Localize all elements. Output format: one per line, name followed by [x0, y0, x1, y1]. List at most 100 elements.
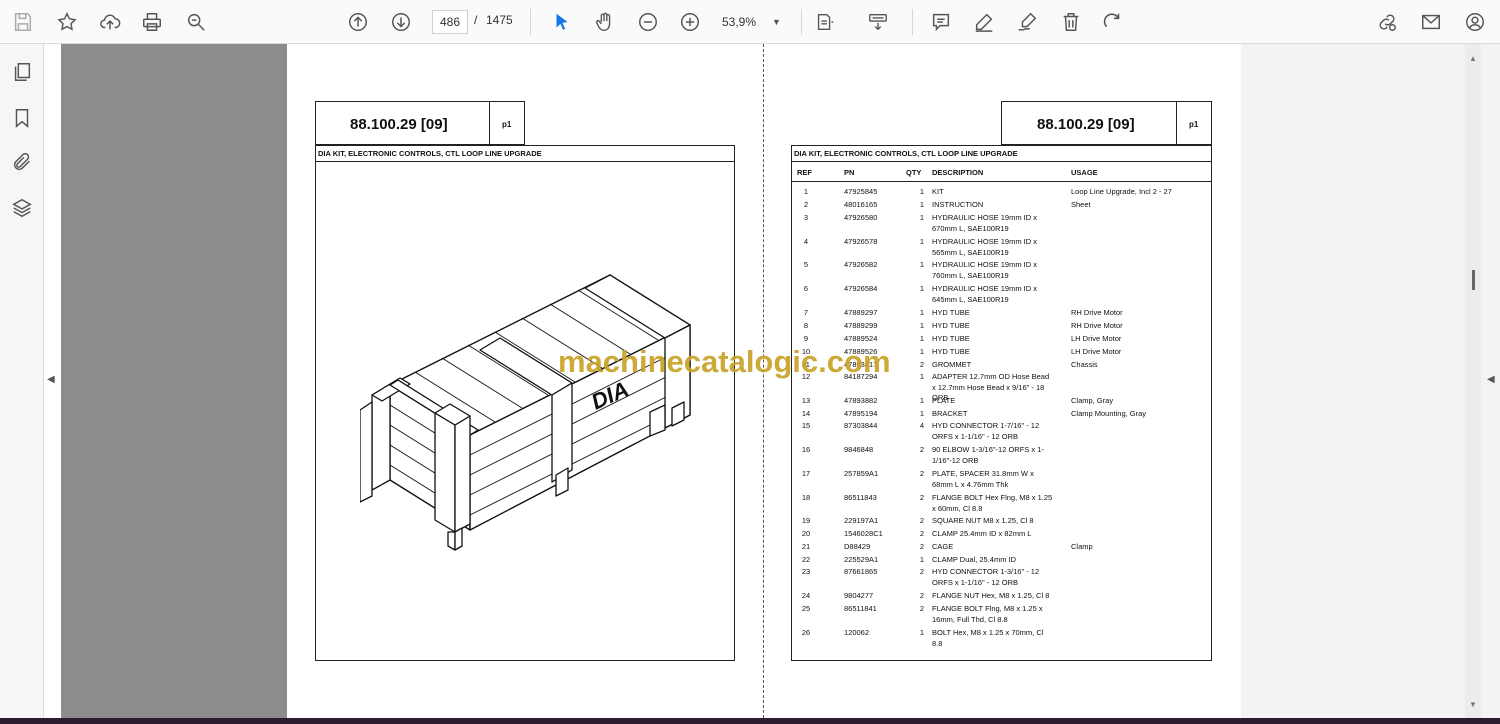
upload-cloud-icon[interactable]	[95, 7, 125, 37]
row-description: HYD CONNECTOR 1-3/16" - 12 ORFS x 1-1/16…	[932, 567, 1040, 587]
row-ref: 19	[801, 516, 811, 525]
account-icon[interactable]	[1460, 7, 1490, 37]
page-fit-icon[interactable]	[810, 7, 840, 37]
row-description: HYDRAULIC HOSE 19mm ID x 670mm L, SAE100…	[932, 213, 1038, 233]
hand-tool-icon[interactable]	[590, 7, 620, 37]
bookmarks-icon[interactable]	[8, 104, 36, 132]
row-usage: Clamp	[1071, 542, 1093, 551]
attachments-icon[interactable]	[8, 148, 36, 176]
row-ref: 23	[801, 567, 811, 576]
page-separator: /	[474, 13, 478, 27]
watermark-text: machinecatalogic.com	[558, 344, 891, 379]
row-part-number: 47893882	[844, 396, 878, 405]
row-usage: LH Drive Motor	[1071, 334, 1122, 343]
kit-title: DIA KIT, ELECTRONIC CONTROLS, CTL LOOP L…	[318, 149, 542, 158]
col-header-usage: USAGE	[1071, 168, 1098, 177]
row-usage: RH Drive Motor	[1071, 321, 1123, 330]
row-description: BOLT Hex, M8 x 1.25 x 70mm, Cl 8.8	[932, 628, 1044, 648]
row-qty: 2	[919, 542, 924, 551]
collapse-left-panel-icon[interactable]: ◀	[47, 374, 55, 385]
header-rule	[792, 181, 1211, 182]
row-description: CLAMP 25.4mm ID x 82mm L	[932, 529, 1032, 538]
zoom-dropdown[interactable]: 53,9% ▼	[722, 10, 792, 34]
row-qty: 2	[919, 567, 924, 576]
row-qty: 2	[919, 604, 924, 613]
expand-right-panel-icon[interactable]: ◀	[1487, 374, 1495, 385]
row-description: HYDRAULIC HOSE 19mm ID x 645mm L, SAE100…	[932, 284, 1038, 304]
row-qty: 1	[919, 372, 924, 381]
share-link-icon[interactable]	[1372, 7, 1402, 37]
row-description: FLANGE NUT Hex, M8 x 1.25, Cl 8	[932, 591, 1050, 600]
top-toolbar: 486 / 1475 53,9% ▼	[0, 0, 1500, 44]
scrollbar-thumb[interactable]	[1472, 270, 1475, 290]
row-part-number: 87661865	[844, 567, 878, 576]
rotate-redo-icon[interactable]	[1098, 7, 1128, 37]
sign-pen-icon[interactable]	[1012, 7, 1042, 37]
row-ref: 3	[803, 213, 809, 222]
zoom-search-icon[interactable]	[181, 7, 211, 37]
row-ref: 25	[801, 604, 811, 613]
row-qty: 2	[919, 469, 924, 478]
row-description: BRACKET	[932, 409, 968, 418]
save-icon[interactable]	[8, 7, 38, 37]
row-qty: 2	[919, 360, 924, 369]
row-qty: 2	[919, 516, 924, 525]
next-page-icon[interactable]	[386, 7, 416, 37]
row-description: INSTRUCTION	[932, 200, 984, 209]
left-panel-rail	[0, 44, 44, 724]
row-ref: 14	[801, 409, 811, 418]
row-ref: 21	[801, 542, 811, 551]
email-icon[interactable]	[1416, 7, 1446, 37]
bookmark-star-icon[interactable]	[52, 7, 82, 37]
print-icon[interactable]	[137, 7, 167, 37]
layers-icon[interactable]	[8, 194, 36, 222]
highlight-pen-icon[interactable]	[969, 7, 999, 37]
row-part-number: 9804277	[844, 591, 874, 600]
scroll-up-icon[interactable]: ▲	[1469, 54, 1477, 63]
delete-trash-icon[interactable]	[1056, 7, 1086, 37]
row-description: CAGE	[932, 542, 954, 551]
row-qty: 1	[919, 237, 924, 246]
row-qty: 1	[919, 260, 924, 269]
previous-page-icon[interactable]	[343, 7, 373, 37]
chevron-down-icon: ▼	[772, 17, 781, 27]
row-description: KIT	[932, 187, 944, 196]
row-usage: Clamp, Gray	[1071, 396, 1114, 405]
scroll-mode-icon[interactable]	[863, 7, 893, 37]
page-total: 1475	[486, 13, 513, 27]
row-part-number: 120062	[844, 628, 870, 637]
row-qty: 1	[919, 213, 924, 222]
kit-title: DIA KIT, ELECTRONIC CONTROLS, CTL LOOP L…	[794, 149, 1018, 158]
row-description: HYD TUBE	[932, 308, 970, 317]
row-part-number: D88429	[844, 542, 871, 551]
row-ref: 4	[803, 237, 809, 246]
row-qty: 1	[919, 334, 924, 343]
row-description: HYDRAULIC HOSE 19mm ID x 565mm L, SAE100…	[932, 237, 1038, 257]
row-ref: 8	[803, 321, 809, 330]
scroll-down-icon[interactable]: ▼	[1469, 700, 1477, 709]
col-header-description: DESCRIPTION	[932, 168, 984, 177]
row-ref: 13	[801, 396, 811, 405]
row-ref: 20	[801, 529, 811, 538]
zoom-in-icon[interactable]	[675, 7, 705, 37]
row-qty: 1	[919, 396, 924, 405]
page-thumbnails-icon[interactable]	[8, 58, 36, 86]
row-ref: 17	[801, 469, 811, 478]
row-part-number: 47926584	[844, 284, 878, 293]
col-header-qty: QTY	[906, 168, 922, 177]
select-cursor-icon[interactable]	[547, 7, 577, 37]
row-part-number: 1546028C1	[844, 529, 883, 538]
page-number-input[interactable]: 486	[432, 10, 468, 34]
part-code-title: 88.100.29 [09]	[1037, 116, 1135, 133]
toolbar-divider	[912, 9, 913, 35]
comment-icon[interactable]	[926, 7, 956, 37]
vertical-scrollbar[interactable]	[1465, 44, 1481, 718]
row-qty: 1	[919, 187, 924, 196]
row-part-number: 47926578	[844, 237, 878, 246]
right-pane	[1241, 44, 1500, 718]
row-ref: 2	[803, 200, 809, 209]
col-header-pn: PN	[844, 168, 855, 177]
zoom-out-icon[interactable]	[633, 7, 663, 37]
row-part-number: 87303844	[844, 421, 878, 430]
row-ref: 26	[801, 628, 811, 637]
